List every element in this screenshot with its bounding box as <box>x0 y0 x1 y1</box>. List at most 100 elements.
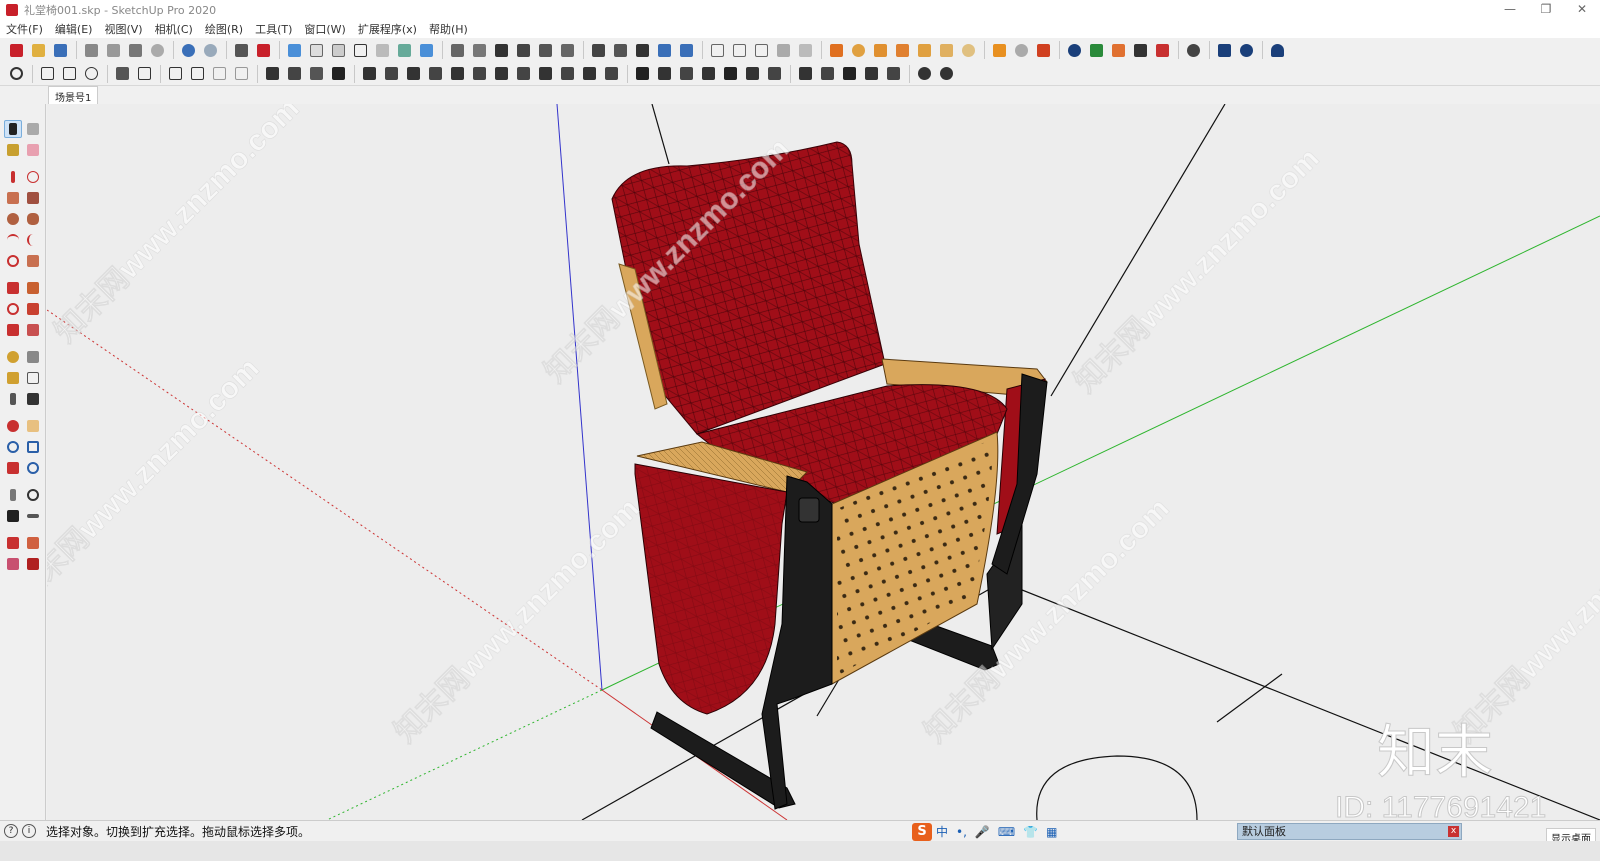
checker-icon[interactable] <box>1130 40 1150 60</box>
two-point-arc-icon[interactable] <box>25 231 43 249</box>
three-d-text-tool-icon[interactable] <box>25 390 43 408</box>
zoom-window-icon[interactable] <box>25 438 43 456</box>
menu-help[interactable]: 帮助(H) <box>429 21 468 37</box>
ruby-icon[interactable] <box>25 555 43 573</box>
look-around-icon[interactable] <box>25 486 43 504</box>
mail-icon[interactable] <box>1214 40 1234 60</box>
dimension-icon[interactable] <box>870 40 890 60</box>
undo-icon[interactable] <box>178 40 198 60</box>
microphone-icon[interactable]: 🎤 <box>975 825 990 839</box>
default-tray-panel[interactable]: 默认面板 x <box>1237 823 1462 840</box>
scale-icon[interactable] <box>4 321 22 339</box>
ime-language[interactable]: 中 <box>936 823 948 840</box>
window-b-icon[interactable] <box>187 64 207 84</box>
push-pull-icon[interactable] <box>25 279 43 297</box>
curve-c-icon[interactable] <box>403 64 423 84</box>
bars-icon[interactable] <box>328 64 348 84</box>
grid-menu-icon[interactable]: ▦ <box>1046 825 1057 839</box>
terrain-icon[interactable] <box>1086 40 1106 60</box>
xray-icon[interactable] <box>328 40 348 60</box>
curve-l-icon[interactable] <box>601 64 621 84</box>
curve-d-icon[interactable] <box>425 64 445 84</box>
extension-warehouse-icon[interactable] <box>773 40 793 60</box>
extension-red-icon[interactable] <box>4 555 22 573</box>
close-button[interactable]: ✕ <box>1564 0 1600 20</box>
three-d-text-icon[interactable] <box>936 40 956 60</box>
walk-icon[interactable] <box>4 507 22 525</box>
orbit-icon[interactable] <box>4 417 22 435</box>
ramp-icon[interactable] <box>306 64 326 84</box>
three-point-arc-icon[interactable] <box>4 252 22 270</box>
restore-button[interactable]: ❐ <box>1528 0 1564 20</box>
paste-icon[interactable] <box>125 40 145 60</box>
keyboard-icon[interactable]: ⌨ <box>998 825 1015 839</box>
lock-icon[interactable] <box>231 64 251 84</box>
geo-location-icon[interactable]: ? <box>4 824 18 838</box>
render-a-icon[interactable] <box>914 64 934 84</box>
arc-f-icon[interactable] <box>742 64 762 84</box>
mesh-d-icon[interactable] <box>861 64 881 84</box>
arc-a-icon[interactable] <box>632 64 652 84</box>
axes-icon[interactable] <box>914 40 934 60</box>
share-component-icon[interactable] <box>25 534 43 552</box>
dimensions-icon[interactable] <box>25 348 43 366</box>
open-file-icon[interactable] <box>28 40 48 60</box>
sogou-logo-icon[interactable]: S <box>912 822 932 841</box>
eraser-icon[interactable] <box>25 141 43 159</box>
share-model-icon[interactable] <box>751 40 771 60</box>
curve-b-icon[interactable] <box>381 64 401 84</box>
select-arrow-icon[interactable] <box>4 119 22 138</box>
window-a-icon[interactable] <box>165 64 185 84</box>
new-file-icon[interactable] <box>6 40 26 60</box>
curve-f-icon[interactable] <box>469 64 489 84</box>
iso-view-icon[interactable] <box>284 40 304 60</box>
curve-a-icon[interactable] <box>359 64 379 84</box>
sandbox-icon[interactable] <box>989 40 1009 60</box>
copy-icon[interactable] <box>103 40 123 60</box>
stairs-icon[interactable] <box>262 64 282 84</box>
cloud-icon[interactable] <box>1152 40 1172 60</box>
shape-tool-b-icon[interactable] <box>59 64 79 84</box>
right-view-icon[interactable] <box>469 40 489 60</box>
pan-hand-icon[interactable] <box>25 417 43 435</box>
shape-tool-a-icon[interactable] <box>37 64 57 84</box>
protractor-icon[interactable] <box>848 40 868 60</box>
curve-k-icon[interactable] <box>579 64 599 84</box>
line-pencil-icon[interactable] <box>4 168 22 186</box>
text-tool-icon[interactable] <box>892 40 912 60</box>
menu-draw[interactable]: 绘图(R) <box>205 21 243 37</box>
menu-file[interactable]: 文件(F) <box>6 21 43 37</box>
top-view-icon[interactable] <box>306 40 326 60</box>
freehand-icon[interactable] <box>25 168 43 186</box>
paint-bucket-icon[interactable] <box>4 141 22 159</box>
window-c-icon[interactable] <box>209 64 229 84</box>
arc-c-icon[interactable] <box>676 64 696 84</box>
mesh-e-icon[interactable] <box>883 64 903 84</box>
bottom-view-icon[interactable] <box>557 40 577 60</box>
print-icon[interactable] <box>231 40 251 60</box>
model-info-icon[interactable] <box>253 40 273 60</box>
circle-icon[interactable] <box>4 210 22 228</box>
save-file-icon[interactable] <box>50 40 70 60</box>
mesh-b-icon[interactable] <box>817 64 837 84</box>
erase-selection-icon[interactable] <box>147 40 167 60</box>
curve-e-icon[interactable] <box>447 64 467 84</box>
shaded-icon[interactable] <box>394 40 414 60</box>
add-location-icon[interactable] <box>1064 40 1084 60</box>
instructor-info-icon[interactable]: i <box>22 824 36 838</box>
wireframe-icon[interactable] <box>350 40 370 60</box>
menu-camera[interactable]: 相机(C) <box>155 21 193 37</box>
arc-icon[interactable] <box>4 231 22 249</box>
protractor-tool-icon[interactable] <box>4 369 22 387</box>
columns-icon[interactable] <box>284 64 304 84</box>
rectangle-icon[interactable] <box>4 189 22 207</box>
move-icon[interactable] <box>4 279 22 297</box>
ime-punctuation[interactable]: •, <box>956 825 967 839</box>
frame-icon[interactable] <box>134 64 154 84</box>
polygon-icon[interactable] <box>25 210 43 228</box>
section-plane-icon[interactable] <box>588 40 608 60</box>
pie-icon[interactable] <box>25 252 43 270</box>
menu-extensions[interactable]: 扩展程序(x) <box>358 21 417 37</box>
arc-e-icon[interactable] <box>720 64 740 84</box>
layers-icon[interactable] <box>1033 40 1053 60</box>
